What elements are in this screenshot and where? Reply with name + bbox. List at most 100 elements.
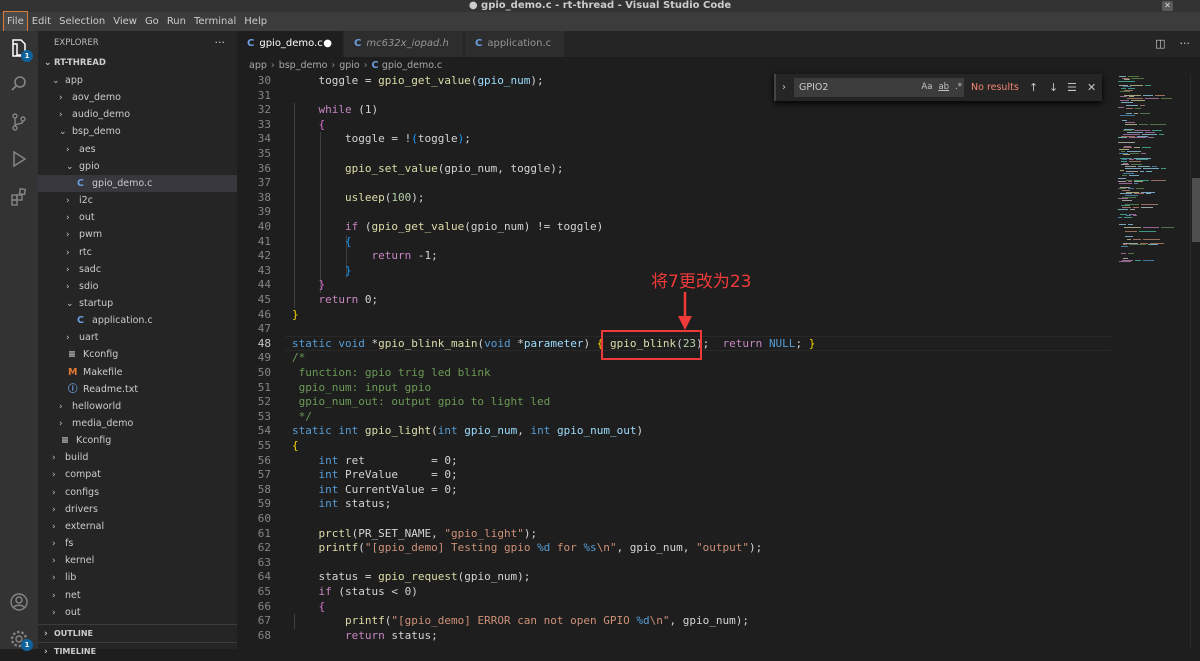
tab-application-c[interactable]: Capplication.c	[465, 31, 565, 57]
tree-item[interactable]: › uart	[38, 329, 237, 346]
unsaved-dot-icon[interactable]: ●	[323, 31, 332, 57]
close-find-icon[interactable]: ✕	[1087, 74, 1096, 101]
tree-item[interactable]: › configs	[38, 484, 237, 501]
code-line[interactable]: toggle = gpio_get_value(gpio_num);	[292, 74, 543, 89]
tree-item[interactable]: › i2c	[38, 192, 237, 209]
code-line[interactable]: toggle = !(toggle);	[292, 132, 471, 147]
breadcrumb-gpio[interactable]: gpio	[339, 60, 360, 71]
tree-item[interactable]: ⌄ app	[38, 72, 237, 89]
tree-item[interactable]: ⌄ bsp_demo	[38, 123, 237, 140]
tab-gpio-demo-c[interactable]: Cgpio_demo.c ●	[237, 31, 343, 57]
tree-item[interactable]: ≡ Kconfig	[38, 432, 237, 449]
workspace-root[interactable]: ⌄ RT-THREAD	[38, 55, 237, 72]
vertical-scrollbar[interactable]	[1190, 74, 1200, 649]
code-line[interactable]: {	[292, 118, 326, 133]
breadcrumb-file[interactable]: gpio_demo.c	[382, 60, 442, 71]
tree-item[interactable]: › out	[38, 209, 237, 226]
tree-item[interactable]: › drivers	[38, 501, 237, 518]
tree-item[interactable]: › media_demo	[38, 415, 237, 432]
code-line[interactable]: prctl(PR_SET_NAME, "gpio_light");	[292, 527, 538, 542]
tree-item[interactable]: › audio_demo	[38, 106, 237, 123]
extensions-icon[interactable]	[8, 186, 30, 208]
use-regex-icon[interactable]: .*	[955, 82, 962, 92]
tree-item[interactable]: ⌄ startup	[38, 295, 237, 312]
previous-match-icon[interactable]: ↑	[1029, 74, 1038, 101]
close-window-icon[interactable]: ✕	[1162, 1, 1173, 11]
code-editor[interactable]: 30 toggle = gpio_get_value(gpio_num); 31 3…	[237, 74, 1114, 649]
tree-item[interactable]: › sadc	[38, 261, 237, 278]
code-line[interactable]: printf("[gpio_demo] Testing gpio %d for …	[292, 541, 763, 556]
menu-file[interactable]: File	[3, 11, 28, 32]
more-actions-icon[interactable]: ···	[215, 31, 226, 55]
menu-go[interactable]: Go	[142, 12, 162, 31]
scrollbar-thumb[interactable]	[1192, 178, 1200, 242]
find-in-selection-icon[interactable]: ☰	[1067, 74, 1077, 101]
tree-item[interactable]: M Makefile	[38, 364, 237, 381]
tree-item[interactable]: › kernel	[38, 552, 237, 569]
code-line[interactable]: gpio_num_out: output gpio to light led	[292, 395, 551, 410]
breadcrumb-app[interactable]: app	[249, 60, 267, 71]
tree-item[interactable]: ≡ Kconfig	[38, 346, 237, 363]
tree-item[interactable]: ⌄ gpio	[38, 158, 237, 175]
tree-item[interactable]: › build	[38, 449, 237, 466]
code-line[interactable]: static int gpio_light(int gpio_num, int …	[292, 424, 643, 439]
tree-item[interactable]: ⓘ Readme.txt	[38, 381, 237, 398]
code-line[interactable]: /*	[292, 351, 305, 366]
match-whole-word-icon[interactable]: ab	[938, 82, 949, 92]
code-line[interactable]: {	[292, 439, 299, 454]
code-line[interactable]: while (1)	[292, 103, 379, 118]
code-line[interactable]: int status;	[292, 497, 392, 512]
code-line[interactable]: */	[292, 410, 312, 425]
code-line[interactable]: usleep(100);	[292, 191, 425, 206]
tree-item[interactable]: › helloworld	[38, 398, 237, 415]
menu-help[interactable]: Help	[241, 12, 270, 31]
code-line[interactable]: {	[292, 235, 352, 250]
outline-section[interactable]: › OUTLINE	[38, 624, 237, 642]
code-line[interactable]: if (gpio_get_value(gpio_num) != toggle)	[292, 220, 603, 235]
account-icon[interactable]	[8, 591, 30, 613]
more-actions-icon[interactable]: ···	[1180, 37, 1191, 50]
next-match-icon[interactable]: ↓	[1049, 74, 1058, 101]
source-control-icon[interactable]	[8, 111, 30, 133]
code-line[interactable]: int CurrentValue = 0;	[292, 483, 458, 498]
code-line[interactable]: }	[292, 308, 299, 323]
code-line[interactable]: {	[292, 600, 326, 615]
tree-item[interactable]: › external	[38, 518, 237, 535]
code-line[interactable]: int ret = 0;	[292, 454, 458, 469]
code-line[interactable]: printf("[gpio_demo] ERROR can not open G…	[292, 614, 749, 629]
code-line[interactable]: status = gpio_request(gpio_num);	[292, 570, 530, 585]
timeline-section[interactable]: › TIMELINE	[38, 642, 237, 660]
search-icon[interactable]	[8, 73, 30, 95]
split-editor-icon[interactable]: ◫	[1155, 37, 1165, 50]
code-line[interactable]: }	[292, 264, 352, 279]
code-line[interactable]: gpio_num: input gpio	[292, 381, 431, 396]
code-line[interactable]: return status;	[292, 629, 438, 644]
toggle-replace-chevron-icon[interactable]: ›	[782, 74, 786, 101]
tree-item[interactable]: › pwm	[38, 226, 237, 243]
breadcrumb-bsp-demo[interactable]: bsp_demo	[279, 60, 328, 71]
code-line[interactable]: return 0;	[292, 293, 379, 308]
tree-item[interactable]: › lib	[38, 569, 237, 586]
code-line[interactable]: if (status < 0)	[292, 585, 418, 600]
tree-item[interactable]: › aes	[38, 141, 237, 158]
menu-edit[interactable]: Edit	[29, 12, 54, 31]
tab-mc632x-iopad-h[interactable]: Cmc632x_iopad.h	[344, 31, 464, 57]
tree-item[interactable]: › fs	[38, 535, 237, 552]
run-debug-icon[interactable]	[8, 148, 30, 170]
minimap[interactable]	[1114, 74, 1190, 649]
match-case-icon[interactable]: Aa	[921, 82, 932, 92]
code-line[interactable]: return -1;	[292, 249, 437, 264]
tree-item[interactable]: › aov_demo	[38, 89, 237, 106]
menu-terminal[interactable]: Terminal	[191, 12, 239, 31]
code-line[interactable]: int PreValue = 0;	[292, 468, 458, 483]
menu-run[interactable]: Run	[164, 12, 189, 31]
code-line[interactable]: }	[292, 278, 326, 293]
tree-item[interactable]: › rtc	[38, 244, 237, 261]
code-line[interactable]: static void *gpio_blink_main(void *param…	[292, 337, 815, 352]
tree-item[interactable]: › sdio	[38, 278, 237, 295]
tree-item[interactable]: C application.c	[38, 312, 237, 329]
tree-item[interactable]: › net	[38, 587, 237, 604]
find-input[interactable]: GPIO2 Aa ab .*	[794, 78, 964, 97]
tree-item[interactable]: › out	[38, 604, 237, 621]
code-line[interactable]: gpio_set_value(gpio_num, toggle);	[292, 162, 564, 177]
